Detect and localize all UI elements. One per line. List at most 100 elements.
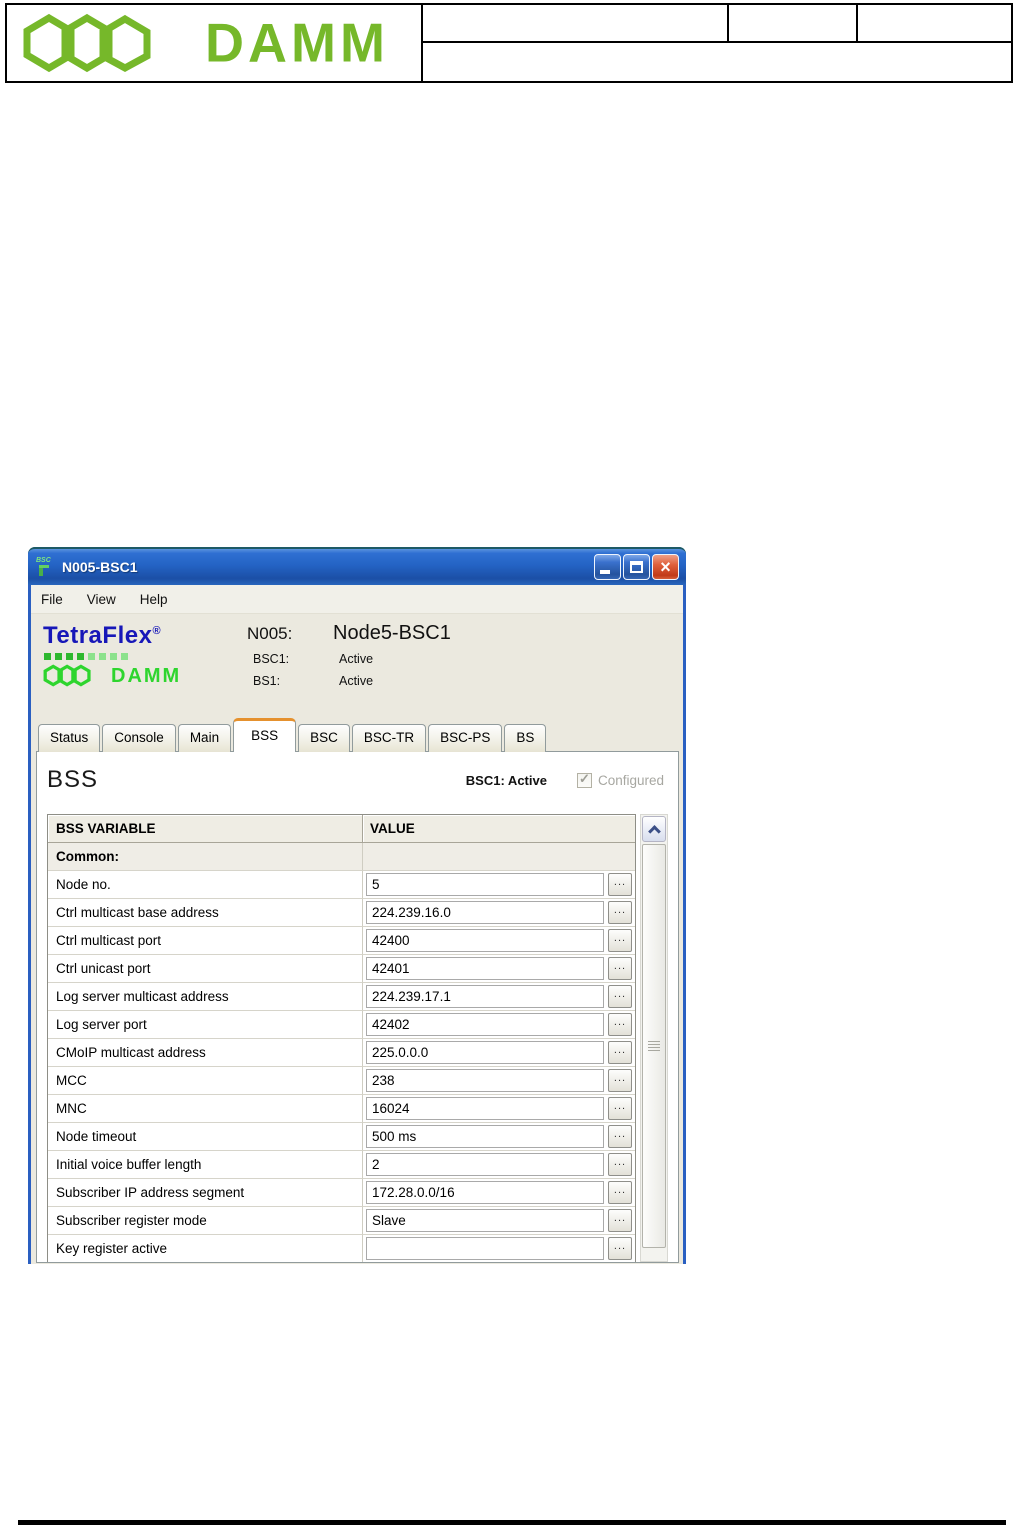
vertical-scrollbar[interactable] xyxy=(640,814,668,1262)
variable-label: Subscriber register mode xyxy=(48,1207,363,1235)
variable-label: Initial voice buffer length xyxy=(48,1151,363,1179)
value-field[interactable]: 500 ms xyxy=(366,1125,604,1148)
tab[interactable]: BS xyxy=(504,724,547,752)
value-field[interactable]: 172.28.0.0/16 xyxy=(366,1181,604,1204)
value-field[interactable]: 42400 xyxy=(366,929,604,952)
panel-title: BSS xyxy=(47,766,99,793)
scrollbar-thumb[interactable] xyxy=(642,844,666,1248)
edit-value-button[interactable]: ... xyxy=(608,1181,632,1204)
tab[interactable]: BSC-TR xyxy=(351,724,427,752)
node-name: Node5-BSC1 xyxy=(333,622,451,644)
damm-logo-wordmark: DAMM xyxy=(205,12,389,74)
edit-value-button[interactable]: ... xyxy=(608,873,632,896)
damm-hexagons-icon xyxy=(23,13,151,73)
edit-value-button[interactable]: ... xyxy=(608,929,632,952)
value-field[interactable]: 238 xyxy=(366,1069,604,1092)
damm-hexagons-small-icon xyxy=(43,664,91,687)
value-field[interactable]: Slave xyxy=(366,1209,604,1232)
page-header-cell-1 xyxy=(423,5,729,41)
edit-value-button[interactable]: ... xyxy=(608,957,632,980)
column-header-variable: BSS VARIABLE xyxy=(48,815,363,843)
edit-value-button[interactable]: ... xyxy=(608,1125,632,1148)
configured-label: Configured xyxy=(597,772,664,788)
variable-label: Key register active xyxy=(48,1235,363,1262)
table-row: Ctrl unicast port 42401 ... xyxy=(48,955,635,983)
minimize-icon xyxy=(600,570,610,574)
value-field[interactable]: 16024 xyxy=(366,1097,604,1120)
window-titlebar[interactable]: BSC N005-BSC1 × xyxy=(28,547,686,585)
table-row: Subscriber register mode Slave ... xyxy=(48,1207,635,1235)
section-header: Common: xyxy=(48,843,363,871)
edit-value-button[interactable]: ... xyxy=(608,985,632,1008)
edit-value-button[interactable]: ... xyxy=(608,1097,632,1120)
tab[interactable]: BSS xyxy=(233,718,297,752)
tab[interactable]: BSC xyxy=(298,724,350,752)
bss-variable-table: BSS VARIABLE VALUE Common: Node no. 5 ..… xyxy=(47,814,636,1262)
variable-label: Log server multicast address xyxy=(48,983,363,1011)
edit-value-button[interactable]: ... xyxy=(608,1041,632,1064)
value-cell: 42401 ... xyxy=(363,955,635,983)
page-header-bottom-cell xyxy=(423,43,1011,81)
value-field[interactable] xyxy=(366,1237,604,1260)
window-body: File View Help TetraFlex® DAMM N005: Nod… xyxy=(28,585,686,1264)
variable-label: Log server port xyxy=(48,1011,363,1039)
table-row: Ctrl multicast port 42400 ... xyxy=(48,927,635,955)
value-field[interactable]: 2 xyxy=(366,1153,604,1176)
node-status-value: Active xyxy=(339,652,374,666)
bsc-window-icon: BSC xyxy=(36,557,55,576)
table-row: Node no. 5 ... xyxy=(48,871,635,899)
minimize-button[interactable] xyxy=(594,554,621,580)
tab[interactable]: Console xyxy=(102,724,176,752)
menu-item[interactable]: Help xyxy=(140,592,168,607)
variable-label: CMoIP multicast address xyxy=(48,1039,363,1067)
edit-value-button[interactable]: ... xyxy=(608,1069,632,1092)
value-field[interactable]: 225.0.0.0 xyxy=(366,1041,604,1064)
section-header-value xyxy=(363,843,635,871)
value-cell: 224.239.16.0 ... xyxy=(363,899,635,927)
value-cell: 224.239.17.1 ... xyxy=(363,983,635,1011)
page-header-right xyxy=(423,5,1011,81)
edit-value-button[interactable]: ... xyxy=(608,1013,632,1036)
menu-item[interactable]: File xyxy=(41,592,63,607)
node-status-list: BSC1: Active BS1: Active xyxy=(247,652,451,688)
value-cell: 42400 ... xyxy=(363,927,635,955)
value-field[interactable]: 42402 xyxy=(366,1013,604,1036)
node-info: N005: Node5-BSC1 BSC1: Active BS1: Activ… xyxy=(247,622,451,688)
edit-value-button[interactable]: ... xyxy=(608,1209,632,1232)
page-header-logo-cell: DAMM xyxy=(7,5,423,81)
edit-value-button[interactable]: ... xyxy=(608,1237,632,1260)
value-field[interactable]: 5 xyxy=(366,873,604,896)
value-field[interactable]: 224.239.16.0 xyxy=(366,901,604,924)
value-field[interactable]: 224.239.17.1 xyxy=(366,985,604,1008)
tab[interactable]: BSC-PS xyxy=(428,724,503,752)
table-row: Key register active ... xyxy=(48,1235,635,1262)
configured-checkbox[interactable]: ✓ xyxy=(576,770,592,788)
tab-strip: Status Console Main BSS BSC BSC-TR BSC-PS BS xyxy=(31,718,683,752)
tab[interactable]: Status xyxy=(38,724,101,752)
checkmark-icon: ✓ xyxy=(578,770,590,786)
page-header-cell-3 xyxy=(858,5,1011,41)
edit-value-button[interactable]: ... xyxy=(608,901,632,924)
value-field[interactable]: 42401 xyxy=(366,957,604,980)
table-row: Log server port 42402 ... xyxy=(48,1011,635,1039)
close-button[interactable]: × xyxy=(652,554,679,580)
tab[interactable]: Main xyxy=(177,724,232,752)
variable-label: Ctrl unicast port xyxy=(48,955,363,983)
table-row: MCC 238 ... xyxy=(48,1067,635,1095)
document-page: DAMM BSC N005-BSC1 × File View Help Tetr… xyxy=(0,0,1022,1530)
column-header-value: VALUE xyxy=(363,815,635,843)
value-cell: 500 ms ... xyxy=(363,1123,635,1151)
scroll-up-button[interactable] xyxy=(642,816,666,842)
value-cell: 172.28.0.0/16 ... xyxy=(363,1179,635,1207)
table-row: Log server multicast address 224.239.17.… xyxy=(48,983,635,1011)
node-id: N005: xyxy=(247,624,293,643)
value-cell: ... xyxy=(363,1235,635,1262)
registered-mark-icon: ® xyxy=(152,625,162,637)
bss-tab-panel: BSS BSC1: Active ✓ Configured BSS VARIAB… xyxy=(36,751,679,1263)
menu-bar: File View Help xyxy=(31,585,683,614)
variable-label: Node no. xyxy=(48,871,363,899)
menu-item[interactable]: View xyxy=(87,592,116,607)
edit-value-button[interactable]: ... xyxy=(608,1153,632,1176)
maximize-button[interactable] xyxy=(623,554,650,580)
chevron-up-icon xyxy=(648,825,661,838)
